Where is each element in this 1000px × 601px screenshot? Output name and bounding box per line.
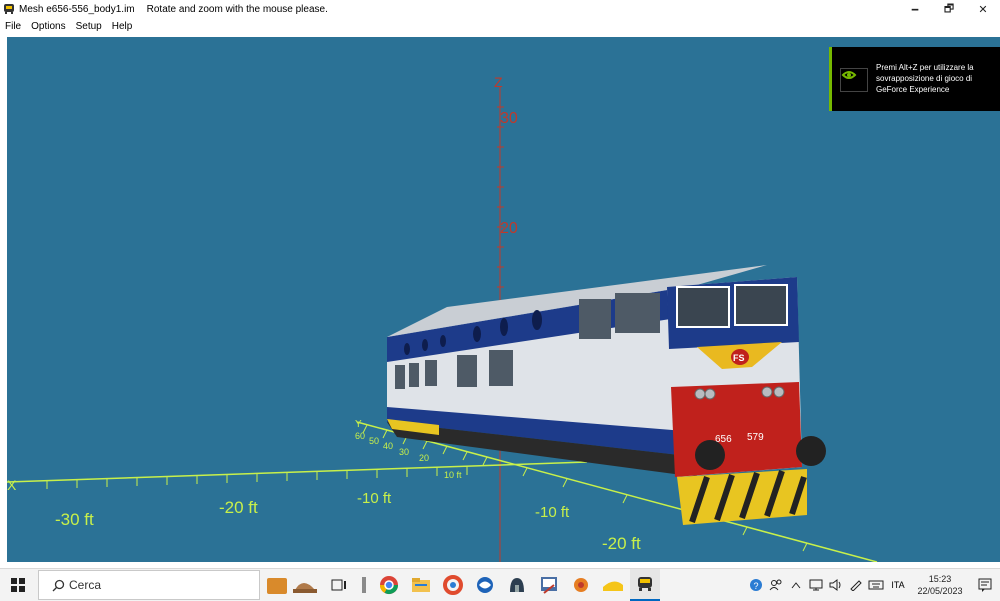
app-dome-icon[interactable]: [502, 569, 532, 601]
taskbar-separator: [356, 569, 372, 601]
clock[interactable]: 15:23 22/05/2023: [910, 573, 970, 597]
menu-bar: File Options Setup Help: [0, 18, 1000, 34]
search-highlight-icon[interactable]: [262, 569, 322, 601]
task-view-icon[interactable]: [324, 569, 354, 601]
mesh-viewer-taskbar-icon[interactable]: [630, 569, 660, 601]
clock-date: 22/05/2023: [917, 586, 963, 596]
3d-viewport[interactable]: Z 30 20 X -30 ft -20 ft -10 ft Y -10 ft …: [7, 37, 1000, 562]
search-box[interactable]: Cerca: [38, 570, 260, 600]
y-back-40: 40: [383, 441, 393, 451]
x-axis-ticks: [46, 466, 468, 489]
app-editor-icon[interactable]: [534, 569, 564, 601]
app-train-icon: [4, 4, 14, 14]
x-tick-minus20: -20 ft: [219, 498, 258, 517]
app-cheese-icon[interactable]: [598, 569, 628, 601]
fs-logo-text: FS: [733, 353, 745, 363]
chrome-icon[interactable]: [374, 569, 404, 601]
locomotive-model: FS 656 579: [387, 265, 826, 525]
loco-number-right: 579: [747, 432, 764, 443]
system-tray: ? ITA 15:23 22/05/2023: [746, 569, 1000, 601]
app-flower-icon[interactable]: [566, 569, 596, 601]
y-tick-minus10: -10 ft: [535, 504, 570, 521]
z-tick-30: 30: [500, 110, 518, 127]
y-tick-minus20: -20 ft: [602, 534, 641, 553]
menu-options[interactable]: Options: [26, 21, 70, 32]
y-back-20: 20: [419, 453, 429, 463]
svg-text:?: ?: [754, 581, 759, 591]
pen-icon[interactable]: [846, 579, 866, 591]
x-axis-label: X: [7, 477, 17, 493]
language-indicator[interactable]: ITA: [886, 580, 910, 590]
y-back-10: 10 ft: [444, 470, 462, 480]
restore-button[interactable]: 🗗: [932, 0, 966, 18]
app-globe-icon[interactable]: [470, 569, 500, 601]
geforce-notification[interactable]: Premi Alt+Z per utilizzare la sovrapposi…: [829, 47, 1000, 111]
notifications-icon[interactable]: [970, 578, 1000, 592]
window-hint: Rotate and zoom with the mouse please.: [146, 3, 328, 15]
menu-setup[interactable]: Setup: [71, 21, 107, 32]
file-explorer-icon[interactable]: [406, 569, 436, 601]
buffer-left: [695, 440, 725, 470]
minimize-button[interactable]: 🗕: [898, 0, 932, 18]
search-placeholder: Cerca: [69, 578, 102, 592]
front-window-right: [734, 284, 788, 326]
y-axis-label: Y: [355, 419, 362, 430]
search-icon: [47, 579, 69, 592]
network-icon[interactable]: [806, 579, 826, 591]
scene-svg: Z 30 20 X -30 ft -20 ft -10 ft Y -10 ft …: [7, 74, 878, 562]
y-back-30: 30: [399, 447, 409, 457]
notification-accent-bar: [829, 47, 832, 111]
taskbar: Cerca ? ITA 15:23 22/05/2023: [0, 568, 1000, 601]
nvidia-logo-icon: [840, 68, 868, 92]
volume-icon[interactable]: [826, 579, 846, 591]
window-title: Mesh e656-556_body1.im: [19, 3, 135, 15]
start-button[interactable]: [0, 569, 36, 601]
notification-text: Premi Alt+Z per utilizzare la sovrapposi…: [876, 63, 974, 94]
menu-file[interactable]: File: [0, 21, 26, 32]
x-tick-minus30: -30 ft: [55, 510, 94, 529]
people-icon[interactable]: [766, 579, 786, 591]
help-icon[interactable]: ?: [746, 578, 766, 592]
y-back-50: 50: [369, 436, 379, 446]
x-tick-minus10: -10 ft: [357, 490, 392, 507]
close-button[interactable]: ✕: [966, 0, 1000, 18]
buffer-right: [796, 436, 826, 466]
window-controls: 🗕 🗗 ✕: [898, 0, 1000, 18]
y-back-60: 60: [355, 431, 365, 441]
title-bar: Mesh e656-556_body1.im Rotate and zoom w…: [0, 0, 1000, 18]
windows-logo-icon: [11, 578, 25, 592]
z-tick-20: 20: [500, 220, 518, 237]
z-axis-label: Z: [494, 74, 503, 90]
app-swirl-icon[interactable]: [438, 569, 468, 601]
clock-time: 15:23: [928, 574, 952, 584]
chevron-up-icon[interactable]: [786, 581, 806, 589]
keyboard-icon[interactable]: [866, 579, 886, 591]
menu-help[interactable]: Help: [107, 21, 138, 32]
front-window-left: [676, 286, 730, 328]
